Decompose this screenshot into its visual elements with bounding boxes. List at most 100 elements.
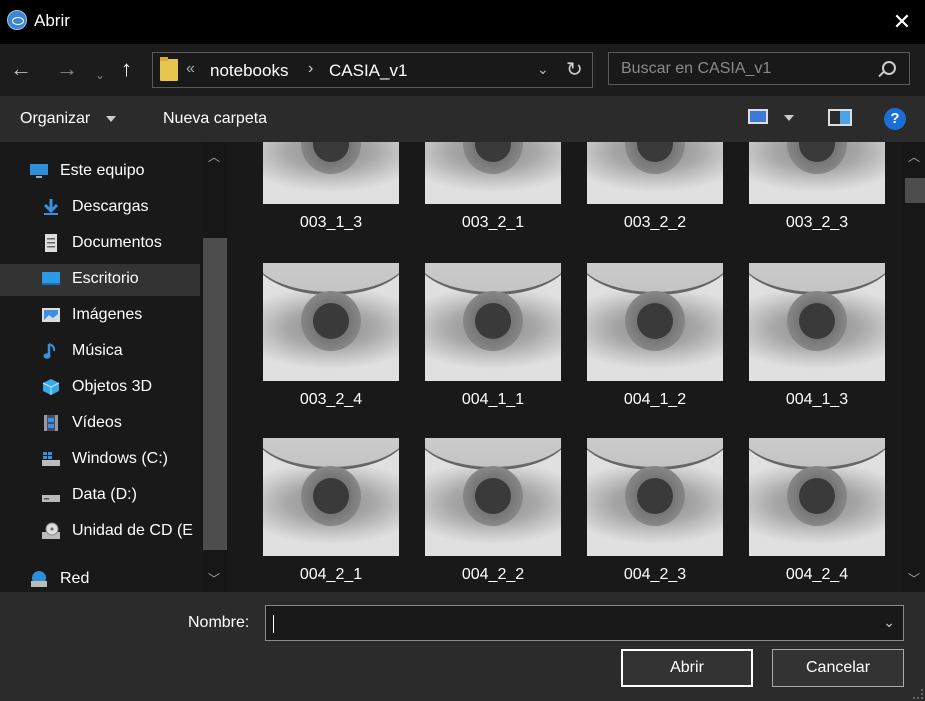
nav-item-windows-c[interactable]: Windows (C:): [0, 444, 200, 476]
view-options-caret-icon[interactable]: [784, 115, 794, 121]
new-folder-button[interactable]: Nueva carpeta: [163, 110, 267, 128]
nav-scroll-up-icon[interactable]: ︿: [208, 148, 220, 165]
nav-item-unidad-cd[interactable]: Unidad de CD (E: [0, 516, 200, 548]
content-scrollbar-thumb[interactable]: [905, 178, 925, 203]
app-eye-icon: [7, 10, 27, 30]
nav-scroll-down-icon[interactable]: ﹀: [208, 570, 220, 587]
filename-label: Nombre:: [188, 614, 250, 631]
eye-thumbnail: [263, 438, 399, 556]
breadcrumb-casia[interactable]: CASIA_v1: [329, 61, 407, 81]
nav-label: Este equipo: [60, 162, 145, 179]
nav-label: Imágenes: [72, 306, 143, 323]
nav-item-red[interactable]: Red: [0, 564, 200, 592]
cd-drive-icon: [42, 522, 60, 539]
organize-caret-icon[interactable]: [106, 116, 116, 122]
nav-item-imagenes[interactable]: Imágenes: [0, 300, 200, 332]
nav-item-este-equipo[interactable]: Este equipo: [0, 156, 200, 188]
music-icon: [43, 343, 56, 359]
file-name: 003_2_2: [623, 214, 687, 231]
nav-item-data-d[interactable]: Data (D:): [0, 480, 200, 512]
navigation-pane: Este equipo Descargas Documentos Escrito…: [0, 142, 230, 592]
pictures-icon: [42, 308, 60, 322]
eye-thumbnail: [587, 438, 723, 556]
breadcrumb-notebooks[interactable]: notebooks: [210, 61, 288, 81]
resize-grip-icon[interactable]: [913, 689, 923, 699]
filename-dropdown-icon[interactable]: ⌄: [883, 614, 895, 631]
breadcrumb-overflow[interactable]: «: [186, 60, 195, 78]
close-button[interactable]: ✕: [879, 0, 925, 44]
computer-icon: [30, 164, 48, 178]
file-name: 003_1_3: [299, 214, 363, 231]
eye-thumbnail: [425, 263, 561, 381]
nav-item-documentos[interactable]: Documentos: [0, 228, 200, 260]
file-name: 003_2_4: [299, 391, 363, 408]
nav-label: Red: [60, 570, 90, 587]
up-button[interactable]: ↑: [121, 58, 132, 80]
open-button[interactable]: Abrir: [621, 649, 753, 687]
file-name: 003_2_3: [785, 214, 849, 231]
help-icon[interactable]: ?: [884, 108, 906, 130]
eye-thumbnail: [425, 438, 561, 556]
address-row: ← → ⌄ ↑ « notebooks › CASIA_v1 ⌄ ↻ Busca…: [0, 44, 925, 96]
nav-label: Objetos 3D: [72, 378, 153, 395]
file-name: 004_1_3: [785, 391, 849, 408]
footer-panel: Nombre: ⌄ Abrir Cancelar: [0, 592, 925, 701]
desktop-icon: [42, 272, 60, 285]
breadcrumb-separator[interactable]: ›: [308, 60, 313, 78]
file-name: 004_2_1: [299, 566, 363, 583]
eye-thumbnail: [263, 263, 399, 381]
file-list: 003_1_3 003_2_1 003_2_2 003_2_3 003_2_4 …: [230, 142, 902, 592]
nav-item-escritorio[interactable]: Escritorio: [0, 264, 200, 296]
nav-label: Descargas: [72, 198, 149, 215]
cancel-button[interactable]: Cancelar: [772, 649, 904, 687]
preview-pane-icon[interactable]: [828, 109, 852, 126]
download-icon: [43, 199, 59, 215]
nav-label: Windows (C:): [72, 450, 169, 467]
organize-button[interactable]: Organizar: [20, 110, 90, 128]
address-bar[interactable]: « notebooks › CASIA_v1 ⌄ ↻: [152, 52, 593, 88]
window-title: Abrir: [34, 11, 70, 30]
nav-label: Documentos: [72, 234, 162, 251]
nav-label: Escritorio: [72, 270, 139, 287]
eye-thumbnail: [425, 142, 561, 204]
nav-label: Música: [72, 342, 123, 359]
file-name: 004_2_3: [623, 566, 687, 583]
file-name: 004_2_4: [785, 566, 849, 583]
search-placeholder: Buscar en CASIA_v1: [621, 60, 772, 77]
content-scrollbar-track[interactable]: [902, 142, 925, 592]
title-bar: Abrir ✕: [0, 0, 925, 44]
eye-thumbnail: [749, 438, 885, 556]
text-caret: [273, 615, 274, 633]
forward-button[interactable]: →: [56, 58, 78, 80]
network-icon: [31, 571, 47, 587]
nav-item-musica[interactable]: Música: [0, 336, 200, 368]
videos-icon: [44, 415, 58, 431]
nav-scrollbar-thumb[interactable]: [203, 238, 227, 550]
nav-item-videos[interactable]: Vídeos: [0, 408, 200, 440]
content-scroll-up-icon[interactable]: ︿: [908, 148, 920, 165]
eye-thumbnail: [263, 142, 399, 204]
windows-drive-icon: [42, 452, 60, 466]
nav-label: Data (D:): [72, 486, 137, 503]
eye-thumbnail: [749, 142, 885, 204]
eye-thumbnail: [587, 142, 723, 204]
back-button[interactable]: ←: [10, 58, 32, 80]
file-name: 004_1_2: [623, 391, 687, 408]
search-icon[interactable]: [882, 61, 896, 75]
eye-thumbnail: [587, 263, 723, 381]
file-name: 004_2_2: [461, 566, 525, 583]
change-view-icon[interactable]: [748, 109, 768, 124]
search-box[interactable]: Buscar en CASIA_v1: [608, 52, 910, 85]
eye-thumbnail: [749, 263, 885, 381]
content-scroll-down-icon[interactable]: ﹀: [908, 570, 920, 587]
nav-label: Unidad de CD (E: [72, 522, 193, 539]
document-icon: [45, 234, 57, 252]
recent-locations-chevron-icon[interactable]: ⌄: [95, 64, 105, 86]
folder-icon: [160, 57, 178, 81]
address-dropdown-icon[interactable]: ⌄: [537, 61, 549, 78]
nav-item-descargas[interactable]: Descargas: [0, 192, 200, 224]
nav-item-objetos-3d[interactable]: Objetos 3D: [0, 372, 200, 404]
filename-input[interactable]: ⌄: [265, 605, 904, 641]
refresh-icon[interactable]: ↻: [566, 57, 583, 82]
nav-label: Vídeos: [72, 414, 122, 431]
